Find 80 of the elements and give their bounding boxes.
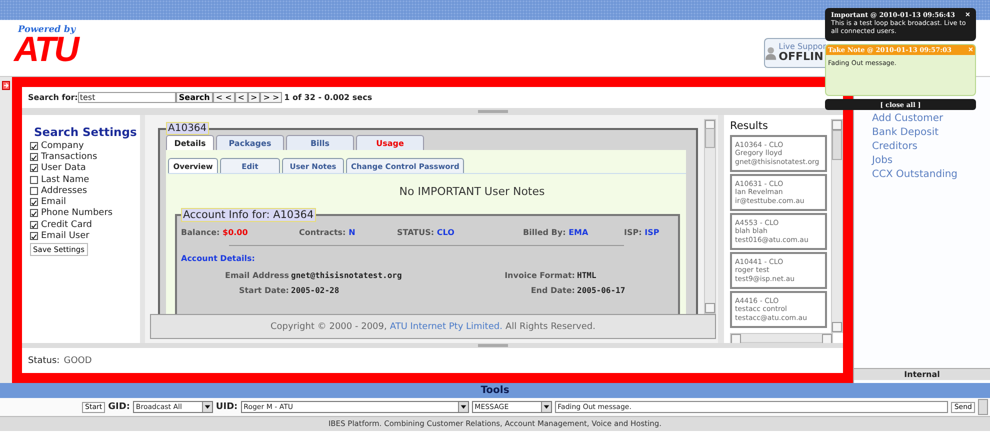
scrollbar[interactable] (978, 399, 988, 415)
pager-button[interactable]: < (234, 92, 248, 103)
checkbox-label: Last Name (41, 174, 90, 185)
tab[interactable]: Bills (286, 135, 354, 150)
field-value: $0.00 (222, 228, 248, 237)
close-button[interactable]: × (965, 11, 970, 19)
search-label: Search for: (28, 93, 78, 102)
field-value: EMA (568, 228, 588, 237)
checkbox-label: Credit Card (41, 220, 92, 230)
scrollbar[interactable] (730, 333, 833, 343)
checkbox-label: Email (41, 197, 66, 208)
notice-text: No IMPORTANT User Notes (398, 184, 546, 200)
field-value: ISP (644, 228, 660, 237)
sidebar-link[interactable]: CCX Outstanding (872, 168, 990, 182)
checkbox[interactable] (30, 164, 38, 172)
copyright-text: All Rights Reserved. (505, 322, 596, 332)
live-support-widget[interactable]: Live Suppor OFFLIN (764, 38, 826, 68)
checkbox-label: Transactions (41, 152, 98, 162)
pager-button[interactable]: > > (260, 92, 282, 103)
detail-value: gnet@thisisnotatest.org (291, 271, 403, 280)
field-value: N (348, 228, 356, 237)
search-field[interactable]: test (78, 92, 176, 103)
scrollbar[interactable] (831, 119, 843, 333)
checkbox[interactable] (30, 152, 38, 161)
field-value: CLO (436, 228, 454, 237)
account-legend: A10364 (166, 122, 209, 135)
checkbox-label: Company (41, 140, 84, 151)
sidebar-link[interactable]: Jobs (872, 154, 990, 168)
field-label: Balance: (181, 228, 220, 237)
checkbox-label: Email User (41, 231, 90, 242)
checkbox[interactable] (30, 186, 38, 195)
caret-icon (540, 402, 551, 412)
tab[interactable]: Packages (216, 135, 284, 150)
status-value: GOOD (64, 356, 92, 366)
gid-label: GID: (108, 402, 130, 412)
checkbox[interactable] (30, 142, 38, 150)
sidebar-link[interactable]: Creditors (872, 140, 990, 154)
detail-label: Invoice Format: (504, 271, 576, 280)
field-label: Billed By: (523, 228, 566, 237)
sidebar-footer: Internal (854, 368, 990, 380)
live-support-status: OFFLIN (778, 51, 824, 64)
section-heading: Account Details: (181, 254, 256, 263)
detail-value: 2005-06-17 (577, 286, 626, 295)
detail-value: 2005-02-28 (291, 286, 340, 295)
checkbox[interactable] (30, 232, 38, 240)
detail-label: Start Date: (238, 286, 290, 295)
tab[interactable]: Usage (356, 135, 424, 150)
sidebar-link[interactable]: Bank Deposit (872, 126, 990, 140)
checkbox[interactable] (30, 176, 38, 184)
search-settings-title: Search Settings (33, 125, 138, 139)
field-label: STATUS: (397, 228, 434, 237)
caret-icon (458, 402, 468, 412)
copyright-text: Copyright © 2000 - 2009, (270, 322, 387, 332)
caret-icon (202, 402, 212, 412)
search-button[interactable]: Search (176, 92, 213, 103)
checkbox-label: Phone Numbers (41, 208, 113, 218)
checkbox[interactable] (30, 198, 38, 206)
detail-label: End Date: (530, 286, 576, 295)
detail-label: Email Address (224, 271, 290, 280)
checkbox[interactable] (30, 220, 38, 229)
pager-button[interactable]: > (248, 92, 260, 103)
pager-button[interactable]: < < (212, 92, 235, 103)
checkbox-label: Addresses (41, 186, 88, 196)
result-summary: 1 of 32 - 0.002 secs (284, 93, 372, 102)
live-support-label: Live Suppor (778, 42, 826, 52)
scrollbar[interactable] (704, 119, 716, 314)
tab[interactable]: Details (166, 135, 214, 150)
detail-value: HTML (577, 271, 598, 280)
checkbox-label: User Data (41, 163, 86, 174)
field-label: ISP: (624, 228, 642, 237)
uid-label: UID: (216, 402, 238, 412)
logo-tagline: Powered by (16, 26, 77, 35)
sidebar-link[interactable]: Add Customer (872, 112, 990, 126)
results-title: Results (730, 120, 769, 132)
tools-title: Tools (0, 383, 990, 398)
field-label: Contracts: (299, 228, 346, 237)
checkbox[interactable] (30, 209, 38, 218)
arrow-icon[interactable] (2, 81, 10, 90)
status-label: Status: (28, 356, 60, 366)
account-info-legend: Account Info for: A10364 (181, 208, 316, 222)
